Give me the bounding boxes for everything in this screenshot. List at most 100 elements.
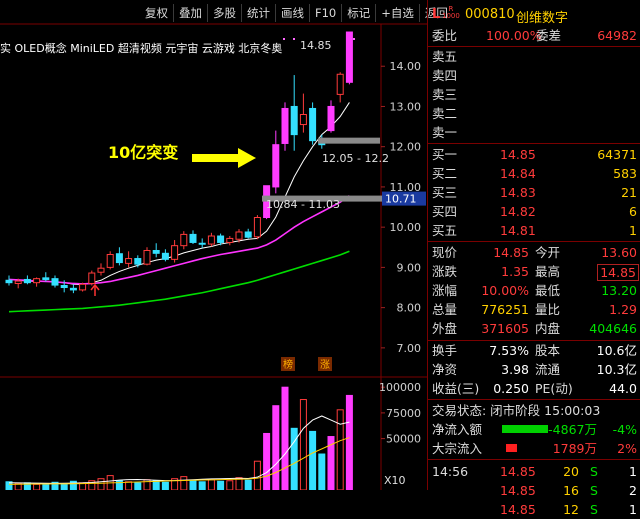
net-inflow-row: 净流入额 -4867万 -4% [428,420,640,439]
candle-body [299,114,307,126]
volume-bar [189,479,197,490]
stat2-value: 10.6亿 [596,343,637,358]
stat-label: 外盘 [432,321,458,336]
volume-bar [161,481,169,490]
volume-bar [198,481,206,490]
stat-label: 总量 [432,302,458,317]
price-tick-label: 12.00 [390,141,422,154]
stat-value: 1.29 [609,302,637,317]
ask-row: 卖三 [428,85,640,104]
restore-rights-button[interactable]: 复权 [140,4,173,22]
candle-body [42,277,50,280]
price-tick-label: 11.00 [390,181,422,194]
bid-label: 买二 [432,166,458,181]
candle-body [5,279,13,284]
tick-price: 14.85 [500,502,536,517]
stock-flag-badge: R 1000 [442,6,460,20]
stat2-value: 44.0 [609,381,637,396]
volume-bar [152,480,160,490]
up-arrow-icon [90,283,100,296]
block-inflow-row: 大宗流入 1789万 2% [428,439,640,458]
mark-button[interactable]: 标记 [341,4,375,22]
annotation-arrow [192,148,256,168]
bid-price: 14.85 [500,147,536,162]
candle-body [69,287,77,291]
add-watchlist-button[interactable]: +自选 [375,4,419,22]
candle-body [23,278,31,284]
divider [428,459,640,460]
tick-row: 14.85 16 S 2 [428,481,640,500]
statistics-button[interactable]: 统计 [241,4,275,22]
tick-side: S [590,464,598,479]
ask-row: 卖一 [428,123,640,142]
divider [428,399,640,400]
stat-row: 涨跌 1.35 最高 14.85 [428,262,640,281]
net-inflow-pct: -4% [612,422,637,437]
stat2-row: 收益(三) 0.250 PE(动) 44.0 [428,379,640,398]
volume-tick-label: 100000 [379,381,421,394]
candle-body [14,280,22,284]
tick-count: 2 [629,483,637,498]
volume-ma-line [8,437,350,485]
stat2-label: 股本 [535,343,561,358]
candle-body [143,249,151,265]
candle-body [125,258,133,264]
candle-body [51,278,59,286]
volume-tick-label: 75000 [386,407,421,420]
candle-body [171,245,179,260]
quote-panel: L R 1000 000810 创维数字 委比 100.00% 委差 64982… [427,0,640,517]
stat-label: 涨跌 [432,264,458,279]
stock-code: 000810 [465,7,515,22]
candle-body [134,258,142,265]
candle-body [97,267,105,273]
volume-bar [345,394,353,490]
weibi-label: 委比 [432,28,458,43]
price-tick-label: 7.00 [397,342,422,355]
draw-line-button[interactable]: 画线 [275,4,309,22]
tick-side: S [590,483,598,498]
price-ma-line [8,102,350,286]
candle-body [152,249,160,254]
candle-body [345,31,353,83]
tick-volume: 12 [563,502,579,517]
tick-count: 1 [629,464,637,479]
bid-volume: 6 [629,204,637,219]
bid-label: 买五 [432,223,458,238]
candle-body [327,105,335,132]
bid-label: 买三 [432,185,458,200]
tick-row: 14.85 12 S 1 [428,500,640,519]
block-inflow-value: 1789万 [552,441,597,456]
range-label-low: 10.84 - 11.03 [266,198,340,211]
bottom-markers: 榜涨 [281,357,332,371]
candle-body [189,233,197,243]
candle-body [33,278,41,284]
volume-bar [272,405,280,490]
volume-bar [217,480,225,490]
stat-label: 今开 [535,245,561,260]
f10-button[interactable]: F10 [309,4,341,22]
volume-bar [226,480,234,490]
stat-label: 最低 [535,283,561,298]
bid-price: 14.84 [500,166,536,181]
tick-volume: 20 [563,464,579,479]
price-level-bar [318,137,380,144]
bid-volume: 21 [621,185,637,200]
volume-footer: X10 [384,474,406,487]
stat2-row: 净资 3.98 流通 10.3亿 [428,360,640,379]
marker-label: 涨 [320,359,330,371]
multi-stock-button[interactable]: 多股 [207,4,241,22]
bid-label: 买四 [432,204,458,219]
bid-row: 买四 14.82 6 [428,202,640,221]
stat2-value: 7.53% [489,343,529,358]
tick-volume: 16 [563,483,579,498]
volume-bars [5,386,353,490]
candle-body [290,105,298,136]
stat-label: 涨幅 [432,283,458,298]
volume-bar [97,478,105,490]
stat2-value: 0.250 [493,381,529,396]
volume-bar [60,483,68,490]
stat2-value: 10.3亿 [596,362,637,377]
stat-row: 涨幅 10.00% 最低 13.20 [428,281,640,300]
stat-label: 现价 [432,245,458,260]
overlay-button[interactable]: 叠加 [173,4,207,22]
